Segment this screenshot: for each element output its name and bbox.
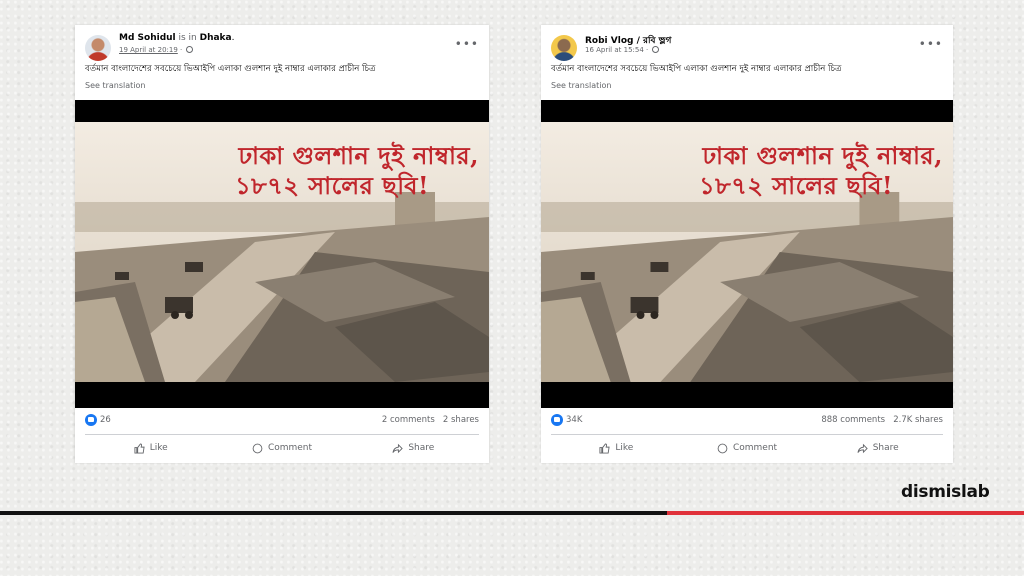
- comment-label: Comment: [732, 443, 778, 453]
- like-count[interactable]: 26: [100, 415, 111, 425]
- more-dots-icon[interactable]: •••: [455, 37, 479, 51]
- location-link[interactable]: Dhaka: [200, 33, 232, 43]
- post-stats: 26 2 comments 2 shares: [85, 413, 479, 429]
- author-line: Md Sohidul is in Dhaka.: [119, 33, 235, 43]
- post-actions: Like Comment Share: [551, 437, 943, 459]
- post-actions: Like Comment Share: [85, 437, 479, 459]
- post-header: Robi Vlog / রবি ভ্লগ 16 April at 15:54 ·…: [549, 33, 945, 63]
- share-button[interactable]: Share: [348, 437, 479, 459]
- like-button[interactable]: Like: [85, 437, 216, 459]
- post-image[interactable]: ঢাকা গুলশান দুই নাম্বার, ১৮৭২ সালের ছবি!: [541, 100, 953, 408]
- share-button[interactable]: Share: [812, 437, 943, 459]
- share-label: Share: [872, 443, 899, 453]
- comment-button[interactable]: Comment: [682, 437, 813, 459]
- post-stats: 34K 888 comments 2.7K shares: [551, 413, 943, 429]
- comment-button[interactable]: Comment: [216, 437, 347, 459]
- like-reaction-icon[interactable]: [85, 414, 97, 426]
- globe-icon: [186, 46, 194, 53]
- post-caption: বর্তমান বাংলাদেশের সবচেয়ে ভিআইপি এলাকা …: [85, 64, 376, 74]
- comment-bubble-icon: [252, 443, 263, 453]
- footer-line-black: [0, 511, 667, 515]
- post-caption: বর্তমান বাংলাদেশের সবচেয়ে ভিআইপি এলাকা …: [551, 64, 842, 74]
- share-arrow-icon: [857, 443, 868, 453]
- comment-label: Comment: [267, 443, 313, 453]
- facebook-post-1: Md Sohidul is in Dhaka. 19 April at 20:1…: [75, 25, 489, 463]
- image-overlay-year: ১৮৭২ সালের ছবি!: [235, 171, 429, 200]
- divider: [551, 434, 943, 435]
- share-label: Share: [408, 443, 435, 453]
- brand-logo: dismislab: [901, 482, 990, 502]
- like-label: Like: [149, 443, 168, 453]
- image-overlay-year: ১৮৭২ সালের ছবি!: [699, 171, 893, 200]
- facebook-post-2: Robi Vlog / রবি ভ্লগ 16 April at 15:54 ·…: [541, 25, 953, 463]
- see-translation-link[interactable]: See translation: [85, 81, 145, 90]
- like-count[interactable]: 34K: [566, 415, 582, 425]
- post-date[interactable]: 16 April at 15:54: [585, 46, 644, 54]
- comment-bubble-icon: [717, 443, 728, 453]
- author-suffix: is in: [175, 33, 200, 43]
- like-button[interactable]: Like: [551, 437, 682, 459]
- avatar[interactable]: [85, 35, 111, 61]
- image-overlay-title: ঢাকা গুলশান দুই নাম্বার,: [238, 141, 479, 170]
- comments-count[interactable]: 888 comments: [821, 415, 885, 425]
- see-translation-link[interactable]: See translation: [551, 81, 611, 90]
- post-header: Md Sohidul is in Dhaka. 19 April at 20:1…: [83, 33, 481, 63]
- shares-count[interactable]: 2.7K shares: [893, 415, 943, 425]
- divider: [85, 434, 479, 435]
- globe-icon: [652, 46, 660, 53]
- comments-count[interactable]: 2 comments: [382, 415, 435, 425]
- thumbs-up-icon: [134, 442, 145, 454]
- post-meta: 16 April at 15:54 ·: [585, 46, 660, 54]
- image-overlay-title: ঢাকা গুলশান দুই নাম্বার,: [702, 141, 943, 170]
- like-reaction-icon[interactable]: [551, 414, 563, 426]
- shares-count[interactable]: 2 shares: [443, 415, 479, 425]
- footer-line-red: [667, 511, 1024, 515]
- more-dots-icon[interactable]: •••: [919, 37, 943, 51]
- post-image[interactable]: ঢাকা গুলশান দুই নাম্বার, ১৮৭২ সালের ছবি!: [75, 100, 489, 408]
- post-date[interactable]: 19 April at 20:19: [119, 46, 178, 54]
- post-meta: 19 April at 20:19 ·: [119, 46, 194, 54]
- avatar[interactable]: [551, 35, 577, 61]
- share-arrow-icon: [392, 443, 404, 453]
- thumbs-up-icon: [599, 442, 610, 454]
- author-name[interactable]: Md Sohidul: [119, 33, 176, 43]
- author-name[interactable]: Robi Vlog / রবি ভ্লগ: [585, 36, 671, 46]
- like-label: Like: [615, 443, 634, 453]
